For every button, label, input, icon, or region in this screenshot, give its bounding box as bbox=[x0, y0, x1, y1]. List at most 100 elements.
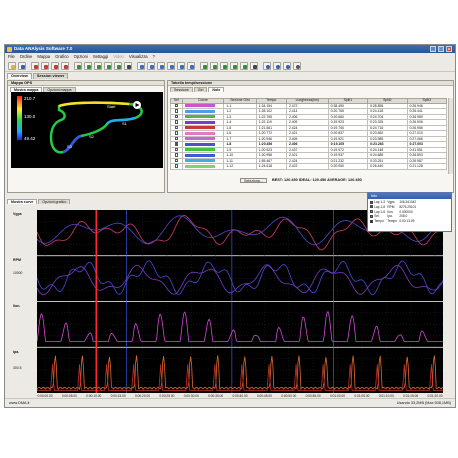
legend-name-cell[interactable]: Tempo bbox=[369, 219, 386, 224]
zoom-in-icon bbox=[76, 64, 81, 69]
menu-ordine[interactable]: Ordine bbox=[20, 53, 33, 60]
title-bar: Data ANAlysis Software 7.0 _ □ x bbox=[5, 45, 455, 53]
row-select-checkbox[interactable] bbox=[174, 158, 179, 163]
flag-tool-button[interactable] bbox=[31, 62, 39, 70]
gps-map-canvas[interactable]: 210.7 130.0 49.42 Start S1 S2 S3 bbox=[11, 92, 163, 168]
flag-tool-button[interactable] bbox=[41, 62, 49, 70]
plot-area[interactable] bbox=[36, 210, 444, 393]
gps-map-panel: Mappa GPS Mostra mappa Opzioni mappa 210… bbox=[7, 80, 165, 193]
zoom-all-tool-button[interactable] bbox=[240, 62, 248, 70]
lap-time-cell: 1:24.618 bbox=[255, 163, 287, 170]
row-select-checkbox[interactable] bbox=[174, 131, 179, 135]
pan-tool-button[interactable] bbox=[250, 62, 258, 70]
menu-grafico[interactable]: Grafico bbox=[55, 53, 69, 60]
save-tool-button[interactable] bbox=[18, 62, 26, 70]
lap-color-swatch bbox=[184, 137, 215, 141]
help-tool-button[interactable] bbox=[263, 62, 271, 70]
legend-channel: Tempo bbox=[387, 219, 397, 224]
minimize-button[interactable]: _ bbox=[430, 46, 436, 52]
lap-s3-cell: 0:21.128 bbox=[406, 163, 448, 170]
row-select-checkbox[interactable] bbox=[174, 136, 179, 141]
flag-tool-button[interactable] bbox=[51, 62, 59, 70]
best-summary: BEST: 120.450 IDEAL: 120.450 AVERAGE: 12… bbox=[272, 178, 362, 182]
maximize-button[interactable]: □ bbox=[438, 46, 444, 52]
scale-min: 49.42 bbox=[24, 136, 36, 141]
info-tool-button[interactable] bbox=[273, 62, 281, 70]
row-select-checkbox[interactable] bbox=[174, 147, 179, 152]
menu-help[interactable]: ? bbox=[153, 53, 155, 60]
lap-color-swatch bbox=[184, 115, 215, 119]
row-select-checkbox[interactable] bbox=[174, 125, 179, 130]
row-select-checkbox[interactable] bbox=[174, 164, 179, 168]
tab-chart-options[interactable]: Opzioni grafico bbox=[38, 199, 71, 204]
chart-view-icon bbox=[189, 64, 194, 69]
chart-view-icon bbox=[179, 64, 184, 69]
zoom-reset-tool-button[interactable] bbox=[230, 62, 238, 70]
menu-video[interactable]: Video bbox=[113, 53, 124, 60]
close-button[interactable]: x bbox=[446, 46, 452, 52]
menu-opzioni[interactable]: Opzioni bbox=[74, 53, 88, 60]
menu-bar: File Ordine Mappa Grafico Opzioni Settaggi Vid… bbox=[5, 53, 455, 60]
row-select-checkbox[interactable] bbox=[174, 142, 179, 146]
chart-view-tool-button[interactable] bbox=[137, 62, 145, 70]
table-subtabs: Sessione Giri Note bbox=[168, 86, 453, 92]
gps-track bbox=[49, 101, 143, 154]
laps-table-body: 1-1 1:34.154 2.472 0:38.490 0:28.855 0:26.946… bbox=[170, 102, 448, 170]
table-row[interactable]: 1-12 1:24.618 2.422 0:20.050 0:26.440 0:21.12… bbox=[170, 163, 448, 170]
zoom-out-tool-button[interactable] bbox=[84, 62, 92, 70]
settings-tool-button[interactable] bbox=[293, 62, 301, 70]
chart-view-icon bbox=[139, 64, 144, 69]
info-legend-window[interactable]: Info Lap 1-3 Vgps 106.341042 Lap 1-8 RPM 8275… bbox=[367, 192, 452, 232]
lap-color-swatch bbox=[184, 126, 215, 130]
legend-color-checkbox[interactable] bbox=[370, 210, 374, 214]
chart-view-tool-button[interactable] bbox=[157, 62, 165, 70]
menu-mappa[interactable]: Mappa bbox=[37, 53, 50, 60]
info-tool-button[interactable] bbox=[283, 62, 291, 70]
zoom-reset-tool-button[interactable] bbox=[104, 62, 112, 70]
lap-color-cell[interactable] bbox=[181, 163, 225, 170]
tab-session-viewer[interactable]: Session viewer bbox=[32, 73, 69, 79]
tab-overview[interactable]: Overview bbox=[7, 73, 32, 79]
legend-color-checkbox[interactable] bbox=[370, 219, 374, 223]
zoom-in-tool-button[interactable] bbox=[200, 62, 208, 70]
legend-row: Tempo Tempo 0:00:13.09 bbox=[369, 219, 417, 224]
table-scrollbar[interactable] bbox=[448, 98, 453, 174]
zoom-out-tool-button[interactable] bbox=[210, 62, 218, 70]
legend-color-checkbox[interactable] bbox=[370, 215, 374, 219]
app-window: Data ANAlysis Software 7.0 _ □ x File Ord… bbox=[4, 44, 456, 408]
row-select-checkbox[interactable] bbox=[174, 109, 179, 113]
menu-settaggi[interactable]: Settaggi bbox=[93, 53, 108, 60]
zoom-all-tool-button[interactable] bbox=[114, 62, 122, 70]
row-select-checkbox-cell[interactable] bbox=[170, 163, 183, 170]
row-select-checkbox[interactable] bbox=[174, 114, 179, 119]
legend-color-checkbox[interactable] bbox=[370, 205, 374, 209]
chart-view-tool-button[interactable] bbox=[177, 62, 185, 70]
open-folder-tool-button[interactable] bbox=[8, 62, 16, 70]
flag-tool-button[interactable] bbox=[61, 62, 69, 70]
zoom-in-tool-button[interactable] bbox=[74, 62, 82, 70]
lap-color-swatch bbox=[184, 159, 215, 163]
tab-laps[interactable]: Giri bbox=[193, 87, 208, 92]
chart-view-tool-button[interactable] bbox=[187, 62, 195, 70]
zoom-fit-tool-button[interactable] bbox=[94, 62, 102, 70]
menu-file[interactable]: File bbox=[8, 53, 15, 60]
tab-notes[interactable]: Note bbox=[208, 87, 225, 92]
menu-visualizza[interactable]: Visualizza bbox=[129, 53, 148, 60]
scale-max: 210.7 bbox=[24, 96, 36, 101]
row-select-checkbox[interactable] bbox=[174, 103, 179, 108]
legend-title: Info bbox=[368, 193, 451, 199]
status-right: Usando 33,2MB (Max 508,1MB) bbox=[396, 401, 451, 405]
lap-color-swatch bbox=[184, 104, 215, 108]
zoom-fit-tool-button[interactable] bbox=[220, 62, 228, 70]
legend-color-checkbox[interactable] bbox=[370, 200, 374, 204]
chart-view-tool-button[interactable] bbox=[167, 62, 175, 70]
row-select-checkbox[interactable] bbox=[174, 120, 179, 124]
tab-session[interactable]: Sessione bbox=[170, 87, 193, 92]
row-select-checkbox[interactable] bbox=[174, 153, 179, 157]
pan-tool-button[interactable] bbox=[124, 62, 132, 70]
chart-view-tool-button[interactable] bbox=[147, 62, 155, 70]
select-button[interactable]: Seleziona... bbox=[240, 177, 267, 183]
lap-lap-cell: 1-12 bbox=[223, 163, 257, 170]
tab-show-curves[interactable]: Mostra curve bbox=[7, 199, 38, 204]
lap-len-cell: 2.422 bbox=[285, 163, 329, 170]
